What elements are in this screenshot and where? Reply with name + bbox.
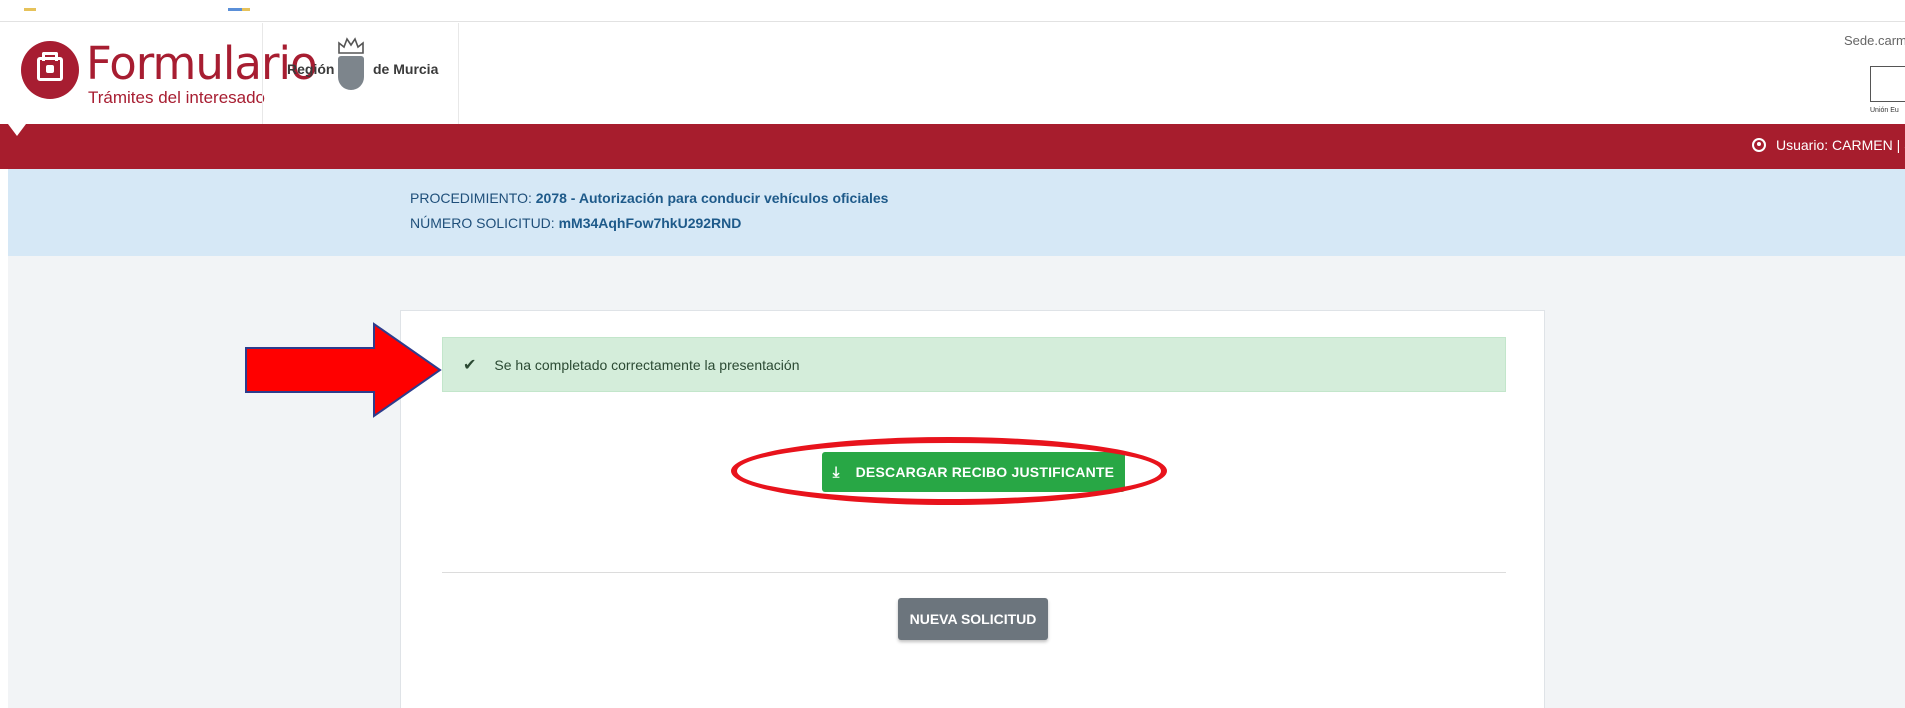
crown-icon	[338, 37, 364, 54]
annotation-arrow	[245, 322, 442, 418]
user-label: Usuario: CARMEN | S	[1776, 137, 1905, 153]
brand-subtitle: Trámites del interesado	[88, 88, 266, 107]
success-alert: ✔ Se ha completado correctamente la pres…	[442, 337, 1506, 392]
browser-toolbar-strip	[0, 0, 1905, 22]
user-menu[interactable]: Usuario: CARMEN | S	[1752, 137, 1905, 153]
top-navbar: Usuario: CARMEN | S	[0, 124, 1905, 169]
nav-notch	[8, 124, 26, 136]
request-number-line: NÚMERO SOLICITUD: mM34AqhFow7hkU292RND	[410, 215, 741, 231]
section-divider	[442, 572, 1506, 573]
header-divider	[458, 23, 459, 124]
region-shield-icon	[338, 56, 364, 90]
annotation-ellipse	[731, 437, 1167, 505]
procedure-label: PROCEDIMIENTO:	[410, 190, 536, 206]
alert-message: Se ha completado correctamente la presen…	[494, 356, 800, 373]
brand-title[interactable]: Formulario	[86, 41, 317, 86]
eu-label: Unión Eu	[1870, 107, 1899, 114]
procedure-value: 2078 - Autorización para conducir vehícu…	[535, 190, 889, 206]
new-request-button[interactable]: NUEVA SOLICITUD	[898, 598, 1048, 640]
site-header: Formulario Trámites del interesado Regió…	[0, 23, 1905, 124]
strip-mark	[24, 8, 36, 11]
strip-mark	[242, 8, 250, 11]
procedure-info-band	[8, 169, 1905, 256]
header-divider	[262, 23, 263, 124]
form-document-icon[interactable]	[21, 41, 79, 99]
request-label: NÚMERO SOLICITUD:	[410, 215, 559, 231]
request-value: mM34AqhFow7hkU292RND	[558, 215, 742, 231]
region-label-left: Región	[287, 61, 335, 77]
strip-mark	[228, 8, 242, 11]
procedure-line: PROCEDIMIENTO: 2078 - Autorización para …	[410, 190, 888, 206]
eu-flag-icon	[1870, 66, 1905, 102]
region-label-right: de Murcia	[373, 61, 439, 77]
user-circle-icon	[1752, 138, 1766, 152]
check-icon: ✔	[463, 355, 477, 374]
sede-link[interactable]: Sede.carm	[1844, 33, 1905, 48]
